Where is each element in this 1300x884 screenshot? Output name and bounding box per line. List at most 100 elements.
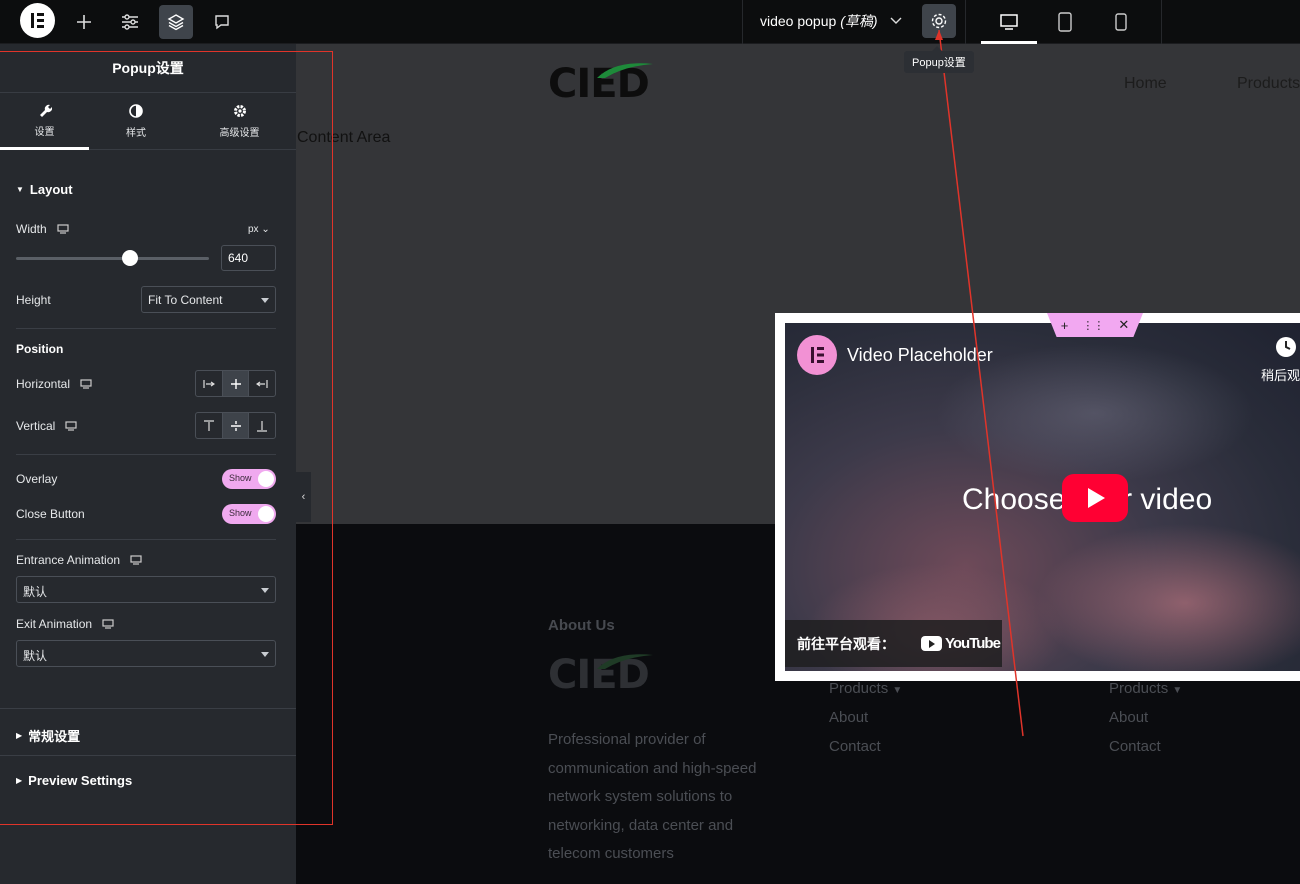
watch-later-label[interactable]: 稍后观 [1261, 365, 1300, 384]
drag-handle-icon[interactable]: ⋮⋮ [1082, 319, 1104, 332]
footer-about-text: networking, data center and [548, 817, 734, 834]
general-settings-section-toggle[interactable]: ▶ 常规设置 [16, 726, 80, 745]
plus-icon [77, 15, 91, 29]
elementor-icon [811, 347, 824, 363]
desktop-icon[interactable] [102, 619, 114, 629]
settings-panel: Popup设置 设置 样式 高级设置 ▼ Layout Width px ⌄ 6… [0, 44, 296, 884]
popup-edit-handle[interactable]: + ⋮⋮ ✕ [1047, 313, 1143, 337]
gear-icon [931, 13, 947, 29]
preview-settings-section-toggle[interactable]: ▶ Preview Settings [16, 773, 132, 788]
footer-link-about[interactable]: About [1109, 709, 1148, 726]
watch-on-label: 前往平台观看： [797, 636, 895, 652]
add-element-button[interactable] [67, 5, 101, 39]
comments-button[interactable] [205, 5, 239, 39]
overlay-toggle[interactable]: Show [222, 469, 276, 489]
align-top-button[interactable] [196, 413, 223, 438]
elementor-logo-icon[interactable] [20, 3, 55, 38]
footer-about-text: Professional provider of [548, 731, 706, 748]
height-select[interactable]: Fit To Content [141, 286, 276, 313]
tablet-view-button[interactable] [1048, 5, 1082, 39]
document-title-dropdown[interactable]: video popup (草稿) [760, 11, 903, 31]
clock-icon[interactable] [1276, 337, 1296, 357]
vertical-position-group [195, 412, 276, 439]
speech-bubble-icon [215, 15, 229, 30]
close-icon[interactable]: ✕ [1118, 317, 1129, 333]
exit-animation-select[interactable]: 默认 [16, 640, 276, 667]
desktop-view-button[interactable] [992, 5, 1026, 39]
layout-section-toggle[interactable]: ▼ Layout [16, 182, 73, 197]
align-right-icon [256, 379, 268, 388]
tab-style[interactable]: 样式 [89, 93, 183, 150]
nav-link-products[interactable]: Products [1237, 75, 1300, 93]
chevron-left-icon: ‹ [301, 491, 306, 503]
footer-link-products[interactable]: Products ▼ [829, 680, 902, 697]
align-left-button[interactable] [196, 371, 223, 396]
youtube-icon [921, 636, 942, 651]
site-settings-button[interactable] [113, 5, 147, 39]
footer-link-products[interactable]: Products ▼ [1109, 680, 1182, 697]
overlay-label: Overlay [16, 472, 58, 486]
separator [965, 0, 966, 44]
desktop-icon[interactable] [57, 224, 69, 234]
document-status: (草稿) [840, 13, 878, 29]
caret-down-icon [261, 298, 269, 303]
caret-down-icon [261, 588, 269, 593]
tab-settings[interactable]: 设置 [0, 93, 89, 150]
close-button-toggle[interactable]: Show [222, 504, 276, 524]
video-embed[interactable]: Video Placeholder 稍后观 Choose your video … [785, 323, 1300, 671]
layers-icon [167, 14, 185, 31]
separator [742, 0, 743, 44]
footer-link-contact[interactable]: Contact [1109, 738, 1161, 755]
align-right-button[interactable] [249, 371, 275, 396]
caret-right-icon: ▶ [16, 731, 23, 740]
divider [16, 328, 276, 329]
divider [0, 755, 296, 756]
popup-container[interactable]: Video Placeholder 稍后观 Choose your video … [775, 313, 1300, 681]
height-label: Height [16, 293, 51, 307]
logo-leaf-icon [597, 63, 653, 78]
video-title[interactable]: Video Placeholder [847, 345, 993, 366]
add-section-icon[interactable]: + [1061, 318, 1069, 333]
vertical-label: Vertical [16, 419, 77, 433]
unit-selector[interactable]: px ⌄ [248, 224, 270, 235]
horizontal-label: Horizontal [16, 377, 92, 391]
footer-about-heading: About Us [548, 617, 615, 634]
entrance-animation-select[interactable]: 默认 [16, 576, 276, 603]
watch-on-youtube-bar[interactable]: 前往平台观看： YouTube [785, 620, 1002, 667]
align-middle-button[interactable] [222, 413, 250, 438]
align-center-button[interactable] [222, 371, 250, 396]
close-button-label: Close Button [16, 507, 85, 521]
separator [1161, 0, 1162, 44]
footer-about-text: network system solutions to [548, 788, 733, 805]
tab-advanced[interactable]: 高级设置 [183, 93, 296, 150]
popup-settings-button[interactable] [922, 4, 956, 38]
footer-about-text: communication and high-speed [548, 760, 757, 777]
top-bar: video popup (草稿) [0, 0, 1300, 44]
contrast-icon [129, 104, 143, 118]
footer-link-contact[interactable]: Contact [829, 738, 881, 755]
entrance-animation-label: Entrance Animation [16, 553, 142, 567]
desktop-icon[interactable] [130, 555, 142, 565]
panel-title: Popup设置 [112, 60, 184, 76]
width-input[interactable]: 640 [221, 245, 276, 271]
divider [16, 454, 276, 455]
desktop-icon[interactable] [80, 379, 92, 389]
desktop-icon[interactable] [65, 421, 77, 431]
mobile-view-button[interactable] [1104, 5, 1138, 39]
youtube-play-button[interactable] [1062, 474, 1128, 522]
align-bottom-icon [257, 420, 268, 432]
structure-button[interactable] [159, 5, 193, 39]
horizontal-position-group [195, 370, 276, 397]
width-control-label: Width [16, 222, 69, 236]
align-bottom-button[interactable] [249, 413, 275, 438]
caret-down-icon [261, 652, 269, 657]
channel-avatar[interactable] [797, 335, 837, 375]
footer-link-about[interactable]: About [829, 709, 868, 726]
nav-link-home[interactable]: Home [1124, 75, 1167, 93]
width-slider[interactable] [16, 257, 209, 260]
gear-icon [233, 105, 246, 117]
sliders-icon [122, 14, 138, 30]
align-top-icon [203, 419, 214, 431]
width-slider-handle[interactable] [121, 250, 138, 266]
collapse-panel-button[interactable]: ‹ [296, 472, 311, 522]
